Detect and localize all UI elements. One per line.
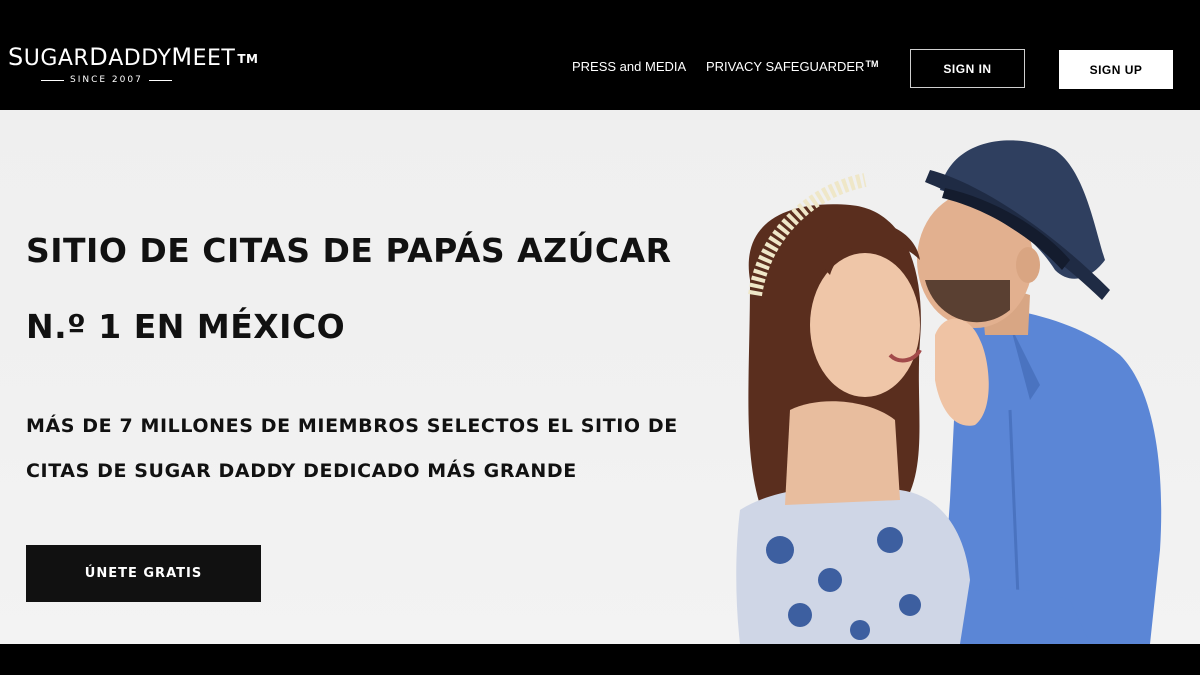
hero-section: SITIO DE CITAS DE PAPÁS AZÚCAR N.º 1 EN … xyxy=(0,110,1200,644)
bottom-band xyxy=(0,644,1200,675)
sign-up-button[interactable]: SIGN UP xyxy=(1059,50,1173,89)
couple-photo xyxy=(736,140,1162,644)
nav-privacy-safeguarder[interactable]: PRIVACY SAFEGUARDERTM xyxy=(706,59,878,75)
logo-since: SINCE 2007 xyxy=(41,74,259,86)
logo-letters: EET xyxy=(192,46,236,71)
hero-title-line1: SITIO DE CITAS DE PAPÁS AZÚCAR xyxy=(26,231,672,270)
join-free-button[interactable]: ÚNETE GRATIS xyxy=(26,545,261,602)
logo-since-text: SINCE 2007 xyxy=(70,75,143,85)
logo-letter: M xyxy=(171,43,193,71)
logo-letters: ADDY xyxy=(108,46,172,71)
logo-letter: D xyxy=(89,43,109,71)
nav-press-media[interactable]: PRESS and MEDIA xyxy=(572,59,686,75)
hero-subtitle-line2: CITAS DE SUGAR DADDY DEDICADO MÁS GRANDE xyxy=(26,460,577,482)
site-logo[interactable]: SUGARDADDYMEET TM SINCE 2007 xyxy=(8,44,259,86)
hero-subtitle-line1: MÁS DE 7 MILLONES DE MIEMBROS SELECTOS E… xyxy=(26,415,678,437)
nav-privacy-trademark: TM xyxy=(865,59,879,69)
logo-rule xyxy=(148,79,172,81)
nav-privacy-label: PRIVACY SAFEGUARDER xyxy=(706,59,865,74)
logo-letters: UGAR xyxy=(23,46,90,71)
logo-wordmark: SUGARDADDYMEET TM xyxy=(8,44,259,72)
logo-letter: S xyxy=(8,43,24,71)
site-header: SUGARDADDYMEET TM SINCE 2007 PRESS and ME… xyxy=(0,0,1200,110)
logo-trademark: TM xyxy=(237,52,259,66)
sign-in-button[interactable]: SIGN IN xyxy=(910,49,1025,88)
hero-title-line2: N.º 1 EN MÉXICO xyxy=(26,307,346,346)
logo-rule xyxy=(41,79,64,81)
